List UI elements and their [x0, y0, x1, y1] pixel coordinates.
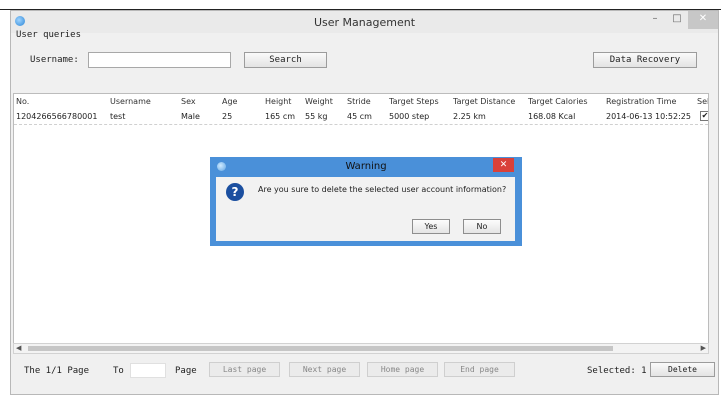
- table-cell-height[interactable]: 165 cm: [265, 112, 295, 121]
- row-select-checkbox[interactable]: ✔: [700, 111, 708, 121]
- table-cell-username[interactable]: test: [110, 112, 125, 121]
- search-button[interactable]: Search: [244, 52, 327, 68]
- dialog-title-bar: Warning ✕: [210, 157, 522, 176]
- username-input[interactable]: [88, 52, 231, 68]
- maximize-button[interactable]: □: [666, 11, 688, 29]
- no-button[interactable]: No: [463, 219, 501, 234]
- col-header-stride[interactable]: Stride: [347, 97, 371, 106]
- dialog-message: Are you sure to delete the selected user…: [258, 185, 507, 194]
- table-cell-target-calories[interactable]: 168.08 Kcal: [528, 112, 575, 121]
- horizontal-scrollbar[interactable]: ◀ ▶: [13, 343, 709, 354]
- col-header-sex[interactable]: Sex: [181, 97, 196, 106]
- user-queries-label: User queries: [16, 30, 82, 40]
- home-page-button[interactable]: Home page: [367, 362, 438, 377]
- col-header-age[interactable]: Age: [222, 97, 237, 106]
- data-recovery-button[interactable]: Data Recovery: [593, 52, 697, 68]
- question-icon: ?: [226, 183, 244, 201]
- dialog-body: ? Are you sure to delete the selected us…: [216, 177, 515, 241]
- table-cell-age[interactable]: 25: [222, 112, 232, 121]
- page-number-input[interactable]: [130, 363, 166, 378]
- title-bar: User Management – □ ✕: [11, 11, 718, 33]
- col-header-no[interactable]: No.: [16, 97, 29, 106]
- scroll-right-icon[interactable]: ▶: [701, 344, 706, 352]
- window-title: User Management: [313, 16, 416, 29]
- delete-button[interactable]: Delete: [650, 362, 715, 377]
- last-page-button[interactable]: Last page: [209, 362, 280, 377]
- table-cell-target-steps[interactable]: 5000 step: [389, 112, 429, 121]
- table-cell-target-distance[interactable]: 2.25 km: [453, 112, 486, 121]
- page-info: The 1/1 Page: [24, 366, 90, 376]
- table-cell-weight[interactable]: 55 kg: [305, 112, 327, 121]
- col-header-username[interactable]: Username: [110, 97, 151, 106]
- username-label: Username:: [30, 55, 79, 65]
- next-page-button[interactable]: Next page: [289, 362, 360, 377]
- top-border: [0, 0, 721, 10]
- minimize-button[interactable]: –: [644, 11, 666, 29]
- table-row-divider: [14, 124, 708, 125]
- scroll-left-icon[interactable]: ◀: [16, 344, 21, 352]
- col-header-target-steps[interactable]: Target Steps: [389, 97, 439, 106]
- yes-button[interactable]: Yes: [412, 219, 450, 234]
- table-cell-sex[interactable]: Male: [181, 112, 200, 121]
- selected-count: Selected: 1: [587, 366, 647, 376]
- col-header-target-distance[interactable]: Target Distance: [453, 97, 515, 106]
- col-header-registration-time[interactable]: Registration Time: [606, 97, 676, 106]
- col-header-target-calories[interactable]: Target Calories: [528, 97, 588, 106]
- dialog-title: Warning: [345, 161, 387, 172]
- page-label: Page: [175, 366, 197, 376]
- end-page-button[interactable]: End page: [444, 362, 515, 377]
- warning-dialog: Warning ✕ ? Are you sure to delete the s…: [210, 157, 522, 246]
- dialog-close-button[interactable]: ✕: [493, 158, 514, 172]
- col-header-height[interactable]: Height: [265, 97, 291, 106]
- scrollbar-thumb[interactable]: [28, 346, 613, 351]
- col-header-select[interactable]: Sele: [697, 97, 708, 106]
- table-cell-no[interactable]: 1204266566780001: [16, 112, 97, 121]
- table-cell-registration-time[interactable]: 2014-06-13 10:52:25: [606, 112, 691, 121]
- table-cell-stride[interactable]: 45 cm: [347, 112, 372, 121]
- window-controls: – □ ✕: [644, 11, 718, 29]
- to-label: To: [113, 366, 124, 376]
- col-header-weight[interactable]: Weight: [305, 97, 333, 106]
- close-button[interactable]: ✕: [688, 11, 718, 29]
